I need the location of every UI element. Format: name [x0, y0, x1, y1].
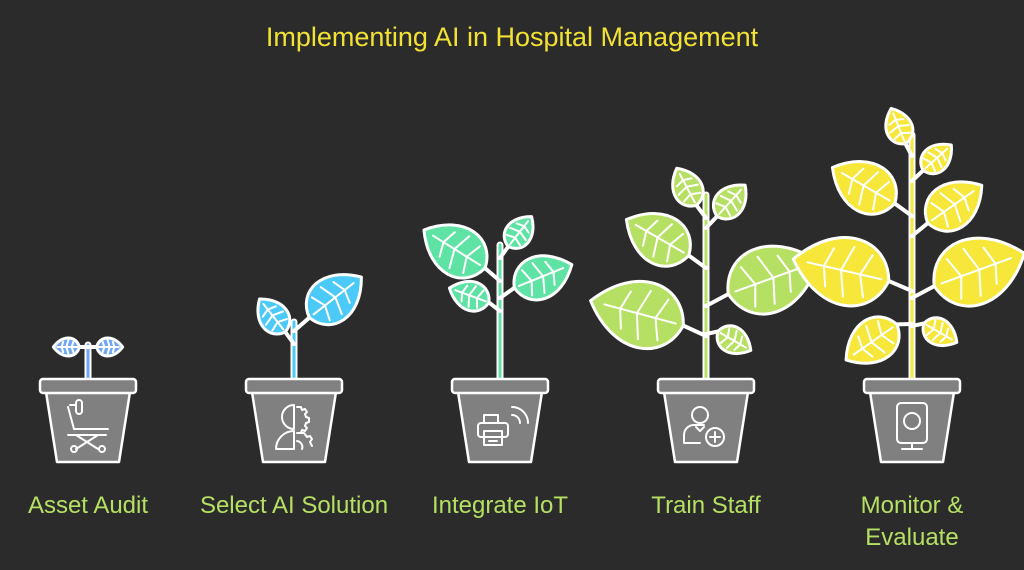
- leaf: [844, 315, 901, 365]
- leaf: [624, 212, 692, 268]
- leaf: [51, 336, 81, 358]
- diagram: Implementing AI in Hospital Management A…: [0, 0, 1024, 570]
- leaf: [589, 279, 685, 351]
- leaf: [304, 273, 363, 327]
- step-label: Select AI Solution: [199, 492, 389, 519]
- step-label: Train Staff: [651, 492, 761, 519]
- plant: [256, 273, 363, 384]
- step-label: Asset Audit: [27, 492, 149, 519]
- leaf: [932, 236, 1024, 308]
- leaf: [512, 254, 574, 302]
- pot: [450, 377, 550, 464]
- leaf: [830, 160, 898, 216]
- step-label: Monitor & Evaluate: [860, 492, 964, 551]
- plant: [589, 166, 820, 384]
- plant: [422, 215, 574, 384]
- leaf: [791, 236, 891, 308]
- plant: [51, 336, 125, 384]
- plants-illustration: [38, 106, 1024, 464]
- leaf: [921, 316, 959, 348]
- leaf: [447, 279, 491, 313]
- leaf: [95, 336, 125, 358]
- leaf: [923, 180, 984, 233]
- step-label: Integrate IoT: [431, 492, 569, 519]
- leaf: [671, 166, 705, 208]
- pot: [38, 377, 138, 464]
- leaf: [422, 223, 489, 280]
- leaf: [502, 215, 535, 250]
- plant: [791, 106, 1024, 384]
- leaf: [715, 324, 753, 356]
- leaf: [256, 297, 292, 336]
